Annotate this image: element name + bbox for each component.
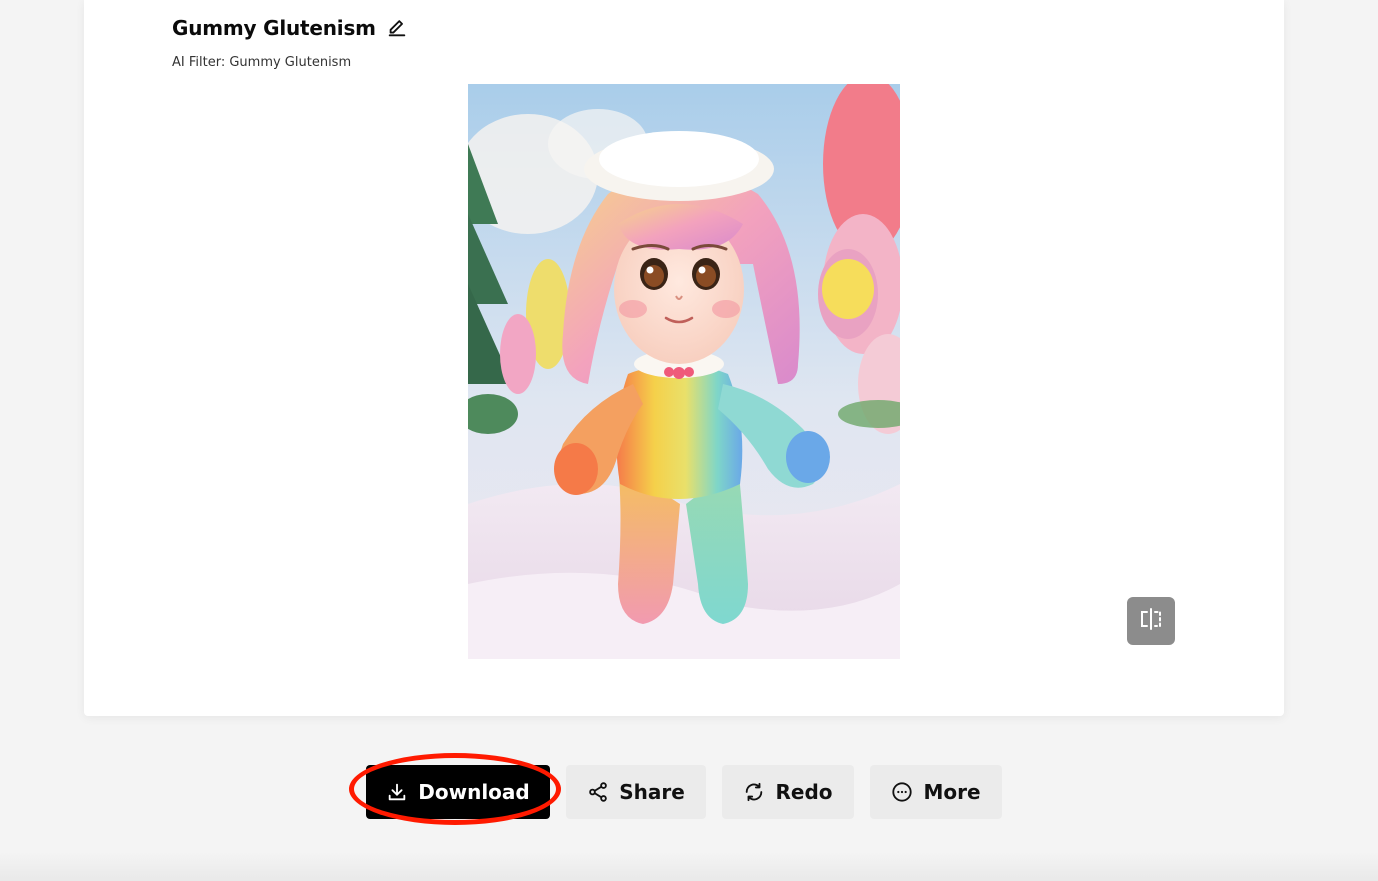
more-button[interactable]: More <box>870 765 1002 819</box>
page: Gummy Glutenism AI Filter: Gummy Gluteni… <box>0 0 1378 881</box>
bottom-divider <box>0 852 1378 881</box>
more-dots-icon <box>891 781 913 803</box>
ai-filter-label: AI Filter: Gummy Glutenism <box>172 55 352 70</box>
gummy-character-illustration <box>468 84 900 659</box>
download-button[interactable]: Download <box>366 765 550 819</box>
generated-image <box>468 84 900 659</box>
redo-icon <box>743 781 765 803</box>
more-label: More <box>923 780 981 804</box>
redo-button[interactable]: Redo <box>722 765 854 819</box>
download-label: Download <box>418 780 530 804</box>
share-icon <box>587 781 609 803</box>
redo-label: Redo <box>775 780 833 804</box>
title-row: Gummy Glutenism <box>172 16 408 40</box>
page-title: Gummy Glutenism <box>172 16 376 40</box>
pencil-edit-icon[interactable] <box>386 17 408 39</box>
compare-split-icon <box>1137 605 1165 637</box>
download-icon <box>386 781 408 803</box>
compare-button[interactable] <box>1127 597 1175 645</box>
result-card: Gummy Glutenism AI Filter: Gummy Gluteni… <box>84 0 1284 716</box>
share-label: Share <box>619 780 685 804</box>
action-bar: Download Share Redo More <box>366 765 1002 819</box>
share-button[interactable]: Share <box>566 765 706 819</box>
